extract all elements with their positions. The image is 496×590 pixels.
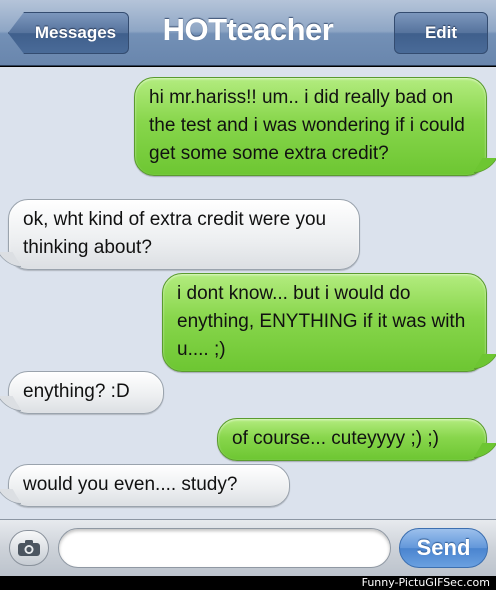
- send-button[interactable]: Send: [399, 528, 488, 568]
- edit-button[interactable]: Edit: [394, 12, 488, 54]
- message-bubble-received: ok, wht kind of extra credit were you th…: [8, 199, 360, 270]
- camera-icon: [18, 540, 40, 556]
- message-bubble-received: would you even.... study?: [8, 464, 290, 507]
- navigation-bar: Messages HOTteacher Edit: [0, 0, 496, 66]
- message-bubble-sent: of course... cuteyyyy ;) ;): [217, 418, 487, 461]
- watermark: Funny-PictuGIFSec.com: [361, 576, 490, 589]
- message-bubble-received: enything? :D: [8, 371, 164, 414]
- camera-button[interactable]: [9, 530, 49, 566]
- compose-bar: Send: [0, 519, 496, 576]
- message-input[interactable]: [58, 528, 391, 568]
- message-bubble-sent: i dont know... but i would do enything, …: [162, 273, 487, 372]
- message-bubble-sent: hi mr.hariss!! um.. i did really bad on …: [134, 77, 487, 176]
- message-thread[interactable]: hi mr.hariss!! um.. i did really bad on …: [0, 67, 496, 519]
